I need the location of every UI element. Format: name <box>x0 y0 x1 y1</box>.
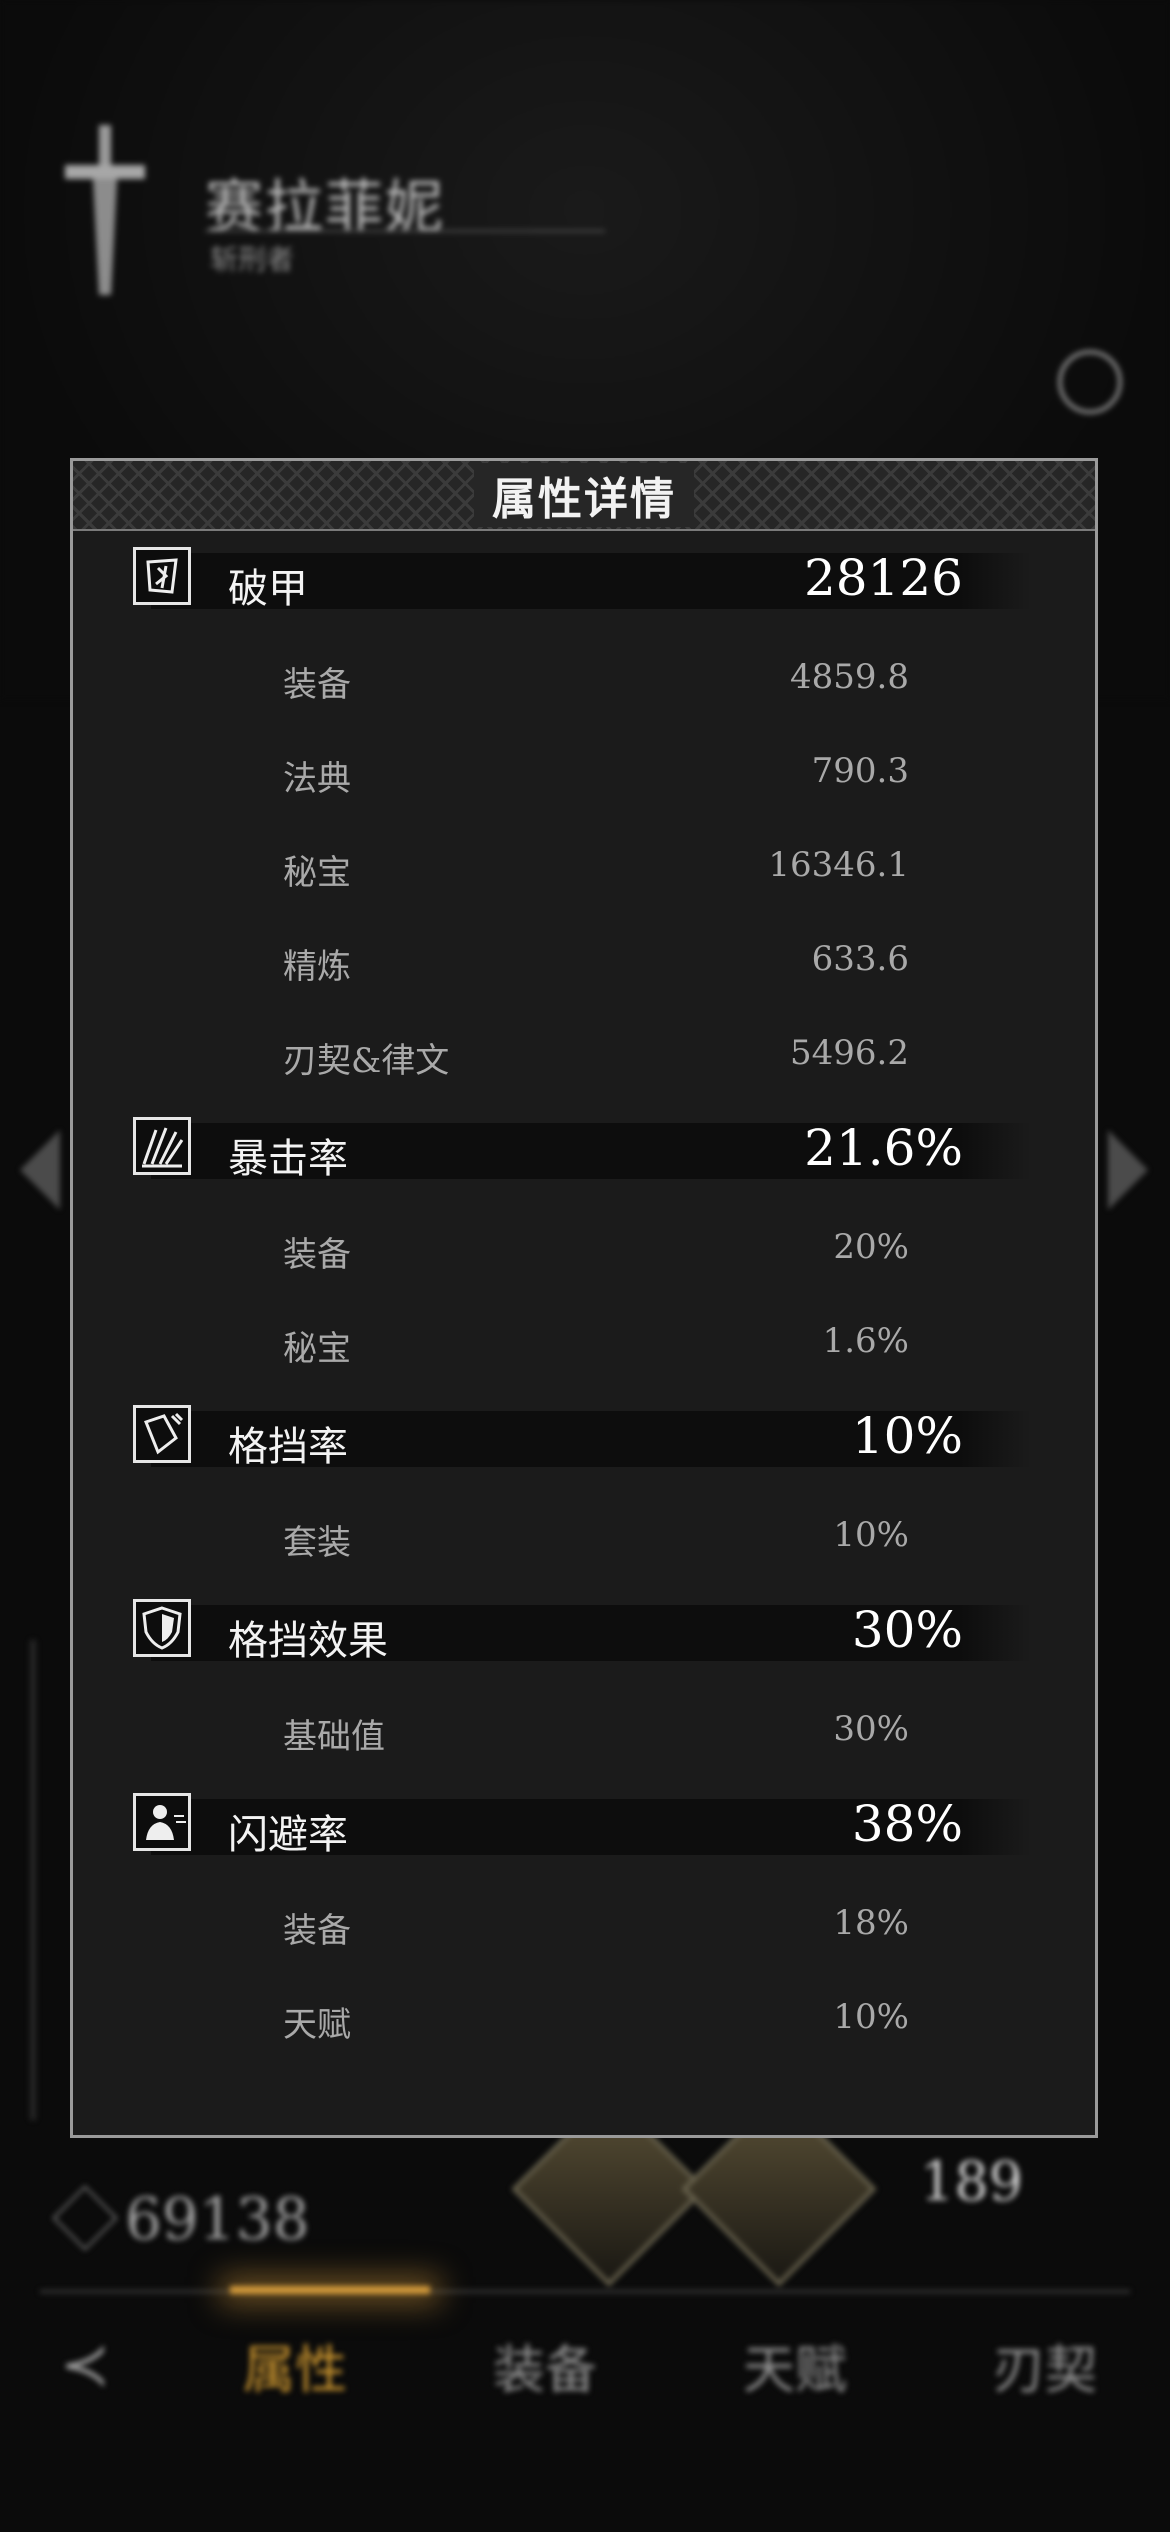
stat-value: 38% <box>851 1795 963 1853</box>
stat-name: 格挡效果 <box>228 1618 388 1664</box>
stat-name: 破甲 <box>228 566 308 612</box>
detail-row: 秘宝 16346.1 <box>73 819 1095 913</box>
stat-crit-rate: 暴击率 21.6% 装备 20% 秘宝 1.6% <box>73 1101 1095 1389</box>
detail-value: 1.6% <box>822 1321 909 1361</box>
attribute-details-panel: 属性详情 破甲 28126 装备 4859.8 法典 790.3 秘宝 16346.1… <box>70 458 1098 2138</box>
dodge-rate-icon <box>133 1793 191 1851</box>
next-character-arrow-icon[interactable] <box>1108 1130 1148 1210</box>
crit-rate-icon <box>133 1117 191 1175</box>
detail-value: 10% <box>833 1997 909 2037</box>
detail-label: 法典 <box>283 759 351 799</box>
previous-character-arrow-icon[interactable] <box>20 1130 60 1210</box>
stat-value: 10% <box>851 1407 963 1465</box>
stat-dodge-rate: 闪避率 38% 装备 18% 天赋 10% <box>73 1777 1095 2065</box>
tab-equipment[interactable]: 装备 <box>420 2328 670 2403</box>
tabbar-divider <box>40 2290 1130 2293</box>
power-icon <box>52 2185 118 2251</box>
detail-row: 刃契&律文 5496.2 <box>73 1007 1095 1101</box>
detail-row: 装备 20% <box>73 1201 1095 1295</box>
tab-blade-pact[interactable]: 刃契 <box>920 2328 1170 2403</box>
stat-name: 暴击率 <box>228 1136 348 1182</box>
detail-value: 633.6 <box>811 939 909 979</box>
stat-header: 破甲 28126 <box>73 531 1095 631</box>
detail-row: 装备 18% <box>73 1877 1095 1971</box>
detail-value: 16346.1 <box>768 845 909 885</box>
detail-value: 10% <box>833 1515 909 1555</box>
detail-value: 20% <box>833 1227 909 1267</box>
panel-title: 属性详情 <box>474 463 694 527</box>
sword-emblem-icon <box>55 125 155 300</box>
stat-list[interactable]: 破甲 28126 装备 4859.8 法典 790.3 秘宝 16346.1 精炼 63… <box>73 531 1095 2071</box>
stat-value: 28126 <box>803 549 963 607</box>
detail-row: 天赋 10% <box>73 1971 1095 2065</box>
stat-value: 30% <box>851 1601 963 1659</box>
character-title: 斩刑者 <box>210 243 295 276</box>
detail-value: 18% <box>833 1903 909 1943</box>
stat-block-effect: 格挡效果 30% 基础值 30% <box>73 1583 1095 1777</box>
detail-label: 基础值 <box>283 1717 385 1757</box>
name-divider <box>205 230 605 232</box>
power-value: 69138 <box>125 2185 310 2253</box>
detail-label: 秘宝 <box>283 853 351 893</box>
swap-icon[interactable] <box>1058 350 1122 414</box>
detail-value: 30% <box>833 1709 909 1749</box>
detail-label: 精炼 <box>283 947 351 987</box>
detail-value: 4859.8 <box>790 657 909 697</box>
scroll-fade <box>73 2075 1095 2135</box>
stat-header: 闪避率 38% <box>73 1777 1095 1877</box>
stat-block-rate: 格挡率 10% 套装 10% <box>73 1389 1095 1583</box>
detail-label: 天赋 <box>283 2005 351 2045</box>
stat-armor-break: 破甲 28126 装备 4859.8 法典 790.3 秘宝 16346.1 精炼 63… <box>73 531 1095 1101</box>
level-value: 189 <box>920 2150 1024 2213</box>
stat-header: 暴击率 21.6% <box>73 1101 1095 1201</box>
stat-value: 21.6% <box>804 1119 963 1177</box>
back-arrow-icon[interactable]: ≺ <box>0 2330 170 2400</box>
block-rate-icon <box>133 1405 191 1463</box>
detail-row: 装备 4859.8 <box>73 631 1095 725</box>
tab-talent[interactable]: 天赋 <box>670 2328 920 2403</box>
detail-label: 套装 <box>283 1523 351 1563</box>
armor-break-icon <box>133 547 191 605</box>
detail-row: 法典 790.3 <box>73 725 1095 819</box>
detail-label: 装备 <box>283 1911 351 1951</box>
detail-label: 装备 <box>283 665 351 705</box>
detail-label: 刃契&律文 <box>283 1041 450 1081</box>
stat-header: 格挡率 10% <box>73 1389 1095 1489</box>
detail-label: 秘宝 <box>283 1329 351 1369</box>
detail-row: 精炼 633.6 <box>73 913 1095 1007</box>
detail-row: 基础值 30% <box>73 1683 1095 1777</box>
detail-row: 秘宝 1.6% <box>73 1295 1095 1389</box>
bottom-tabbar: ≺ 属性 装备 天赋 刃契 <box>0 2300 1170 2430</box>
stat-name: 格挡率 <box>228 1424 348 1470</box>
detail-value: 5496.2 <box>790 1033 909 1073</box>
block-effect-icon <box>133 1599 191 1657</box>
panel-header: 属性详情 <box>73 461 1095 531</box>
stat-header: 格挡效果 30% <box>73 1583 1095 1683</box>
tab-attributes[interactable]: 属性 <box>170 2328 420 2403</box>
active-tab-glow <box>230 2286 430 2294</box>
detail-label: 装备 <box>283 1235 351 1275</box>
stat-name: 闪避率 <box>228 1812 348 1858</box>
detail-value: 790.3 <box>811 751 909 791</box>
detail-row: 套装 10% <box>73 1489 1095 1583</box>
